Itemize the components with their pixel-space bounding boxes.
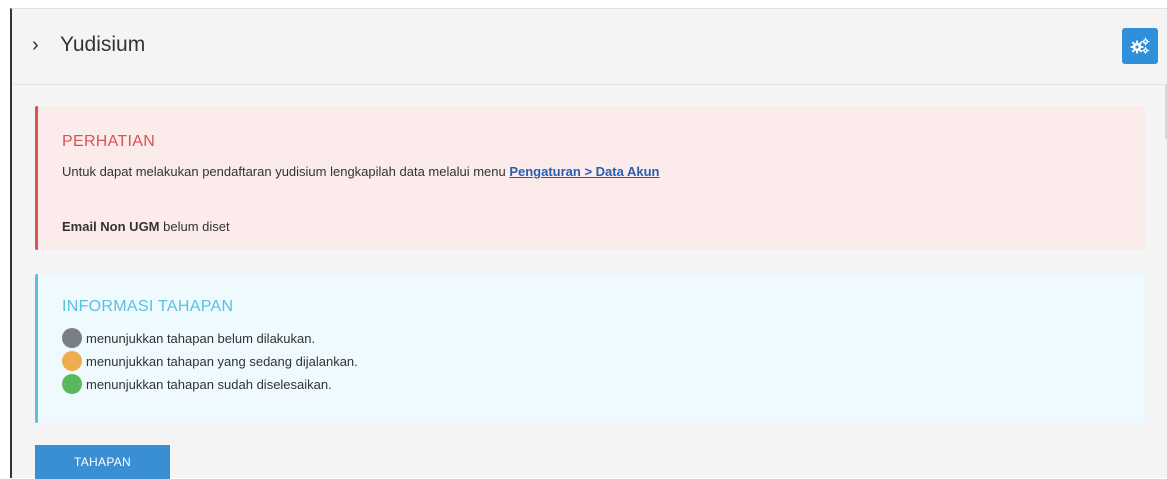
email-status-text: belum diset: [159, 219, 230, 234]
green-status-dot-icon: [62, 374, 82, 394]
legend-text: menunjukkan tahapan belum dilakukan.: [86, 330, 316, 346]
page-title: Yudisium: [60, 33, 146, 56]
warning-message: Untuk dapat melakukan pendaftaran yudisi…: [62, 164, 659, 179]
yudisium-panel: › Yudisium PERHATIAN Untuk dapat melakuk…: [10, 8, 1167, 479]
settings-account-link[interactable]: Pengaturan > Data Akun: [509, 164, 659, 179]
legend-item-in-progress: menunjukkan tahapan yang sedang dijalank…: [62, 351, 358, 371]
orange-status-dot-icon: [62, 351, 82, 371]
gray-status-dot-icon: [62, 328, 82, 348]
info-title: INFORMASI TAHAPAN: [62, 298, 234, 315]
legend-text: menunjukkan tahapan sudah diselesaikan.: [86, 376, 332, 392]
warning-message-text: Untuk dapat melakukan pendaftaran yudisi…: [62, 164, 510, 179]
settings-button[interactable]: [1122, 28, 1158, 64]
tahapan-button[interactable]: TAHAPAN: [35, 445, 170, 479]
email-status: Email Non UGM belum diset: [62, 219, 230, 234]
warning-alert: PERHATIAN Untuk dapat melakukan pendafta…: [35, 106, 1145, 250]
info-alert: INFORMASI TAHAPAN menunjukkan tahapan be…: [35, 274, 1145, 423]
legend-text: menunjukkan tahapan yang sedang dijalank…: [86, 353, 358, 369]
warning-title: PERHATIAN: [62, 133, 156, 150]
legend-item-pending: menunjukkan tahapan belum dilakukan.: [62, 328, 315, 348]
chevron-right-icon[interactable]: ›: [32, 33, 39, 57]
gears-icon: [1130, 37, 1150, 54]
email-label: Email Non UGM: [62, 219, 160, 234]
legend-item-done: menunjukkan tahapan sudah diselesaikan.: [62, 374, 332, 394]
panel-header: › Yudisium: [12, 9, 1167, 85]
